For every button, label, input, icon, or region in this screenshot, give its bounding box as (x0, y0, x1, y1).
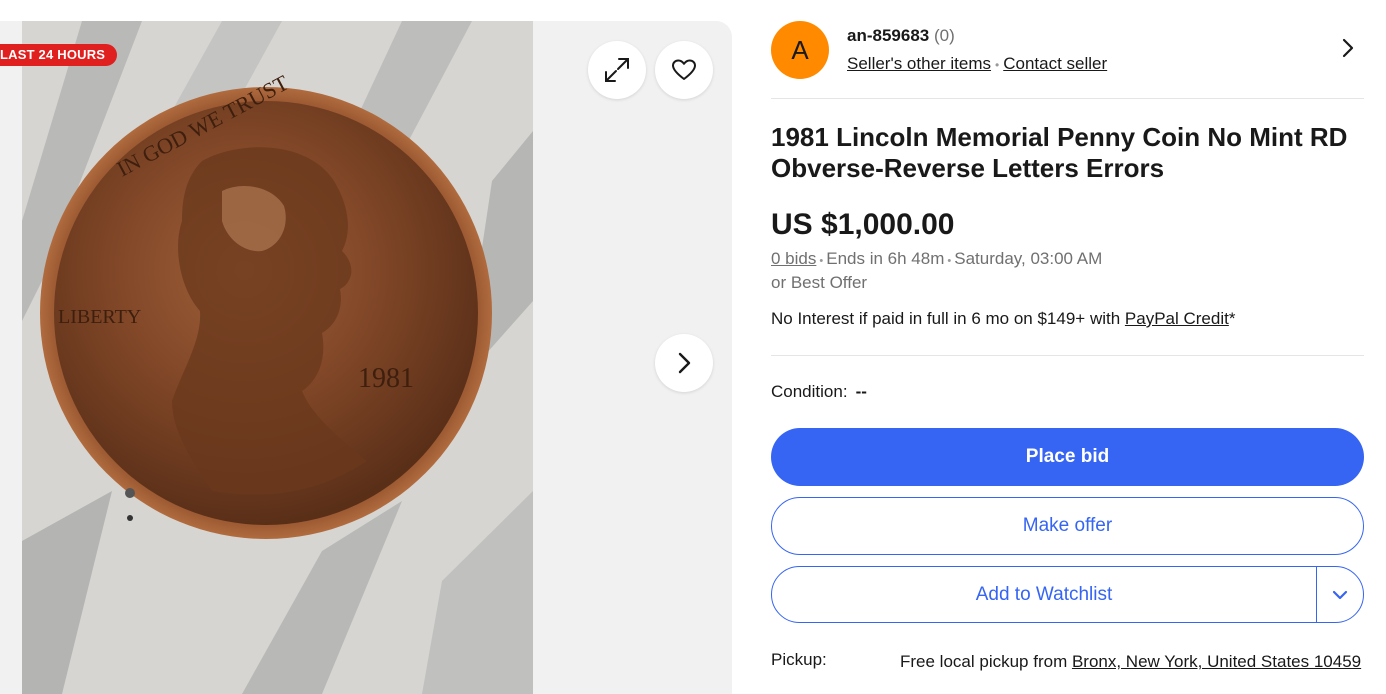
financing-text: No Interest if paid in full in 6 mo on $… (771, 309, 1125, 328)
listing-title: 1981 Lincoln Memorial Penny Coin No Mint… (771, 122, 1348, 183)
expand-icon (605, 58, 629, 82)
pickup-label: Pickup: (771, 650, 827, 669)
listing-price: US $1,000.00 (771, 208, 955, 241)
last-24-hours-badge: LAST 24 HOURS (0, 44, 118, 66)
time-remaining: Ends in 6h 48m (826, 249, 945, 268)
add-to-watchlist-button[interactable]: Add to Watchlist (772, 567, 1317, 622)
financing-line: No Interest if paid in full in 6 mo on $… (771, 309, 1235, 329)
separator-dot: • (947, 255, 952, 267)
seller-name[interactable]: an-859683 (847, 26, 929, 45)
watch-heart-button[interactable] (655, 41, 713, 99)
chevron-right-icon (678, 352, 691, 374)
coin-year-text: 1981 (358, 363, 414, 394)
coin-liberty-text: LIBERTY (58, 306, 141, 328)
contact-seller-link[interactable]: Contact seller (1003, 54, 1107, 73)
separator-dot: • (819, 255, 824, 267)
bid-info-line: 0 bids • Ends in 6h 48m • Saturday, 03:00 AM (771, 249, 1102, 269)
financing-asterisk: * (1228, 309, 1236, 328)
sellers-other-items-link[interactable]: Seller's other items (847, 54, 991, 73)
listing-photo[interactable]: IN GOD WE TRUST LIBERTY 1981 (22, 21, 533, 694)
seller-feedback-score: (0) (933, 26, 955, 45)
bids-count-link[interactable]: 0 bids (771, 249, 816, 268)
chevron-right-icon (1342, 38, 1354, 58)
place-bid-button[interactable]: Place bid (771, 428, 1364, 486)
best-offer-text: or Best Offer (771, 273, 868, 292)
watchlist-control: Add to Watchlist (771, 566, 1364, 623)
seller-name-line: an-859683 (0) (847, 26, 955, 46)
expand-image-button[interactable] (588, 41, 646, 99)
end-time: Saturday, 03:00 AM (954, 249, 1103, 268)
seller-avatar[interactable]: A (771, 21, 829, 79)
watchlist-dropdown-button[interactable] (1317, 567, 1363, 622)
paypal-credit-link[interactable]: PayPal Credit (1125, 309, 1229, 328)
condition-value: -- (855, 382, 867, 401)
make-offer-button[interactable]: Make offer (771, 497, 1364, 555)
image-gallery: IN GOD WE TRUST LIBERTY 1981 LAST 24 HOU… (0, 21, 732, 694)
heart-icon (672, 59, 696, 80)
pickup-info: Free local pickup from Bronx, New York, … (900, 650, 1370, 673)
condition-line: Condition: -- (771, 382, 867, 402)
pickup-location-link[interactable]: Bronx, New York, United States 10459 (1072, 652, 1361, 671)
section-divider (771, 355, 1364, 356)
chevron-down-icon (1332, 590, 1348, 599)
seller-links: Seller's other items • Contact seller (847, 54, 1107, 74)
seller-details-chevron[interactable] (1340, 37, 1356, 64)
condition-label: Condition: (771, 382, 848, 401)
coin-image: IN GOD WE TRUST LIBERTY 1981 (22, 21, 533, 694)
pickup-text: Free local pickup from (900, 652, 1072, 671)
separator-dot: • (995, 58, 1000, 72)
seller-card[interactable]: A an-859683 (0) Seller's other items • Con… (771, 21, 1364, 99)
next-image-button[interactable] (655, 334, 713, 392)
